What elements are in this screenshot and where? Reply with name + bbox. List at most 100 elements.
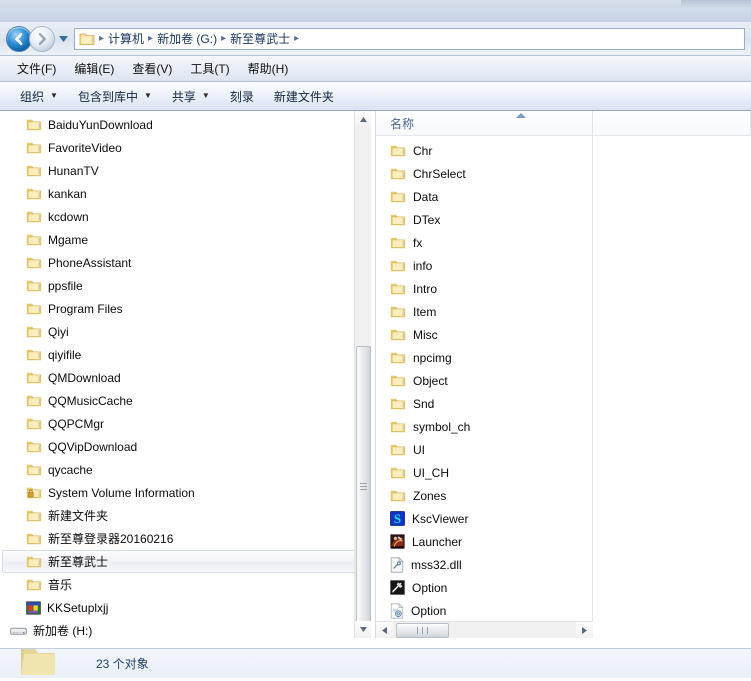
toolbar-button-1[interactable]: 包含到库中▼ xyxy=(68,85,162,108)
forward-button[interactable] xyxy=(29,26,55,52)
toolbar-button-2[interactable]: 共享▼ xyxy=(162,85,220,108)
tree-item-label: Qiyi xyxy=(48,325,69,339)
toolbar-button-label: 共享 xyxy=(172,88,196,105)
file-list-item[interactable]: Intro xyxy=(376,277,751,300)
chevron-down-icon: ▼ xyxy=(50,92,58,100)
tree-item[interactable]: 新至尊武士 xyxy=(2,550,369,573)
scroll-down-arrow-icon[interactable] xyxy=(355,621,371,638)
toolbar-button-0[interactable]: 组织▼ xyxy=(10,85,68,108)
tree-item-label: QMDownload xyxy=(48,371,121,385)
menu-bar: 文件(F)编辑(E)查看(V)工具(T)帮助(H) xyxy=(0,56,751,82)
tree-item[interactable]: FavoriteVideo xyxy=(0,136,371,159)
folder-icon xyxy=(26,187,42,201)
scroll-up-arrow-icon[interactable] xyxy=(355,111,371,128)
folder-icon xyxy=(26,141,42,155)
file-list-scrollbar-thumb[interactable] xyxy=(396,623,449,638)
menu-item-4[interactable]: 帮助(H) xyxy=(239,57,298,80)
tree-item[interactable]: 音乐 xyxy=(0,573,371,596)
tree-item[interactable]: QQVipDownload xyxy=(0,435,371,458)
file-list-item[interactable]: Zones xyxy=(376,484,751,507)
breadcrumb-item-computer[interactable]: 计算机 xyxy=(105,29,147,48)
file-list-item[interactable]: Snd xyxy=(376,392,751,415)
file-list-item[interactable]: Option xyxy=(376,576,751,599)
folder-icon xyxy=(390,351,406,365)
dll-file-icon xyxy=(390,557,404,573)
tree-item[interactable]: QQPCMgr xyxy=(0,412,371,435)
file-list-horizontal-scrollbar[interactable] xyxy=(376,621,593,638)
tree-item[interactable]: System Volume Information xyxy=(0,481,371,504)
history-dropdown-button[interactable] xyxy=(56,26,70,52)
file-list-item[interactable]: Launcher xyxy=(376,530,751,553)
file-list-item[interactable]: Chr xyxy=(376,139,751,162)
folder-icon xyxy=(26,302,42,316)
breadcrumb-separator: ▸ xyxy=(293,33,300,44)
file-list-item[interactable]: mss32.dll xyxy=(376,553,751,576)
tree-item-label: Mgame xyxy=(48,233,88,247)
tree-item[interactable]: Mgame xyxy=(0,228,371,251)
tree-item-label: QQVipDownload xyxy=(48,440,137,454)
file-list-item[interactable]: Option xyxy=(376,599,751,622)
tree-item[interactable]: KKSetuplxjj xyxy=(0,596,371,619)
explorer-content: BaiduYunDownload FavoriteVideo HunanTV k… xyxy=(0,111,751,638)
file-list-item[interactable]: Data xyxy=(376,185,751,208)
folder-icon xyxy=(26,463,42,477)
tree-item[interactable]: PhoneAssistant xyxy=(0,251,371,274)
file-list-item[interactable]: Misc xyxy=(376,323,751,346)
file-list-item[interactable]: UI xyxy=(376,438,751,461)
file-list-item-label: Object xyxy=(413,374,448,388)
tree-item[interactable]: Program Files xyxy=(0,297,371,320)
tree-item[interactable]: kcdown xyxy=(0,205,371,228)
menu-item-1[interactable]: 编辑(E) xyxy=(65,57,123,80)
menu-item-2[interactable]: 查看(V) xyxy=(123,57,181,80)
tree-item-label: 新至尊武士 xyxy=(48,553,108,570)
tree-item[interactable]: 新加卷 (H:) xyxy=(0,619,371,638)
option-app-icon xyxy=(390,580,405,595)
breadcrumb-separator: ▸ xyxy=(147,33,154,44)
file-list-item[interactable]: npcimg xyxy=(376,346,751,369)
tree-item[interactable]: BaiduYunDownload xyxy=(0,113,371,136)
toolbar-button-3[interactable]: 刻录 xyxy=(220,85,264,108)
menu-item-0[interactable]: 文件(F) xyxy=(8,57,65,80)
tree-item-label: PhoneAssistant xyxy=(48,256,131,270)
address-input[interactable]: ▸ 计算机 ▸ 新加卷 (G:) ▸ 新至尊武士 ▸ xyxy=(74,28,745,50)
folder-icon xyxy=(26,118,42,132)
breadcrumb-item-volume-g[interactable]: 新加卷 (G:) xyxy=(154,29,220,48)
file-list-item[interactable]: ChrSelect xyxy=(376,162,751,185)
tree-item[interactable]: 新建文件夹 xyxy=(0,504,371,527)
file-list-item[interactable]: S KscViewer xyxy=(376,507,751,530)
column-header-name[interactable]: 名称 xyxy=(376,115,414,132)
file-list-item-label: UI xyxy=(413,443,425,457)
toolbar-button-4[interactable]: 新建文件夹 xyxy=(264,85,344,108)
file-list-column-header: 名称 xyxy=(376,111,751,136)
scroll-right-arrow-icon[interactable] xyxy=(576,622,593,638)
file-list-item[interactable]: info xyxy=(376,254,751,277)
tree-item[interactable]: Qiyi xyxy=(0,320,371,343)
scroll-left-arrow-icon[interactable] xyxy=(376,622,393,638)
tree-item[interactable]: QMDownload xyxy=(0,366,371,389)
config-file-icon xyxy=(390,603,404,619)
toolbar-button-label: 包含到库中 xyxy=(78,88,138,105)
folder-icon xyxy=(26,440,42,454)
file-list-item[interactable]: symbol_ch xyxy=(376,415,751,438)
breadcrumb-item-current-folder[interactable]: 新至尊武士 xyxy=(227,29,293,48)
file-list-item[interactable]: DTex xyxy=(376,208,751,231)
file-list-item[interactable]: Object xyxy=(376,369,751,392)
tree-item[interactable]: 新至尊登录器20160216 xyxy=(0,527,371,550)
tree-item[interactable]: ppsfile xyxy=(0,274,371,297)
toolbar-button-label: 刻录 xyxy=(230,88,254,105)
nav-pane-vertical-scrollbar[interactable] xyxy=(354,111,371,638)
file-list-item[interactable]: UI_CH xyxy=(376,461,751,484)
nav-pane-scrollbar-thumb[interactable] xyxy=(356,346,371,626)
file-list-item[interactable]: Item xyxy=(376,300,751,323)
menu-item-3[interactable]: 工具(T) xyxy=(181,57,238,80)
file-list-item[interactable]: fx xyxy=(376,231,751,254)
file-list: Chr ChrSelect Data DTex xyxy=(376,136,751,638)
tree-item[interactable]: qycache xyxy=(0,458,371,481)
tree-item[interactable]: qiyifile xyxy=(0,343,371,366)
tree-item[interactable]: kankan xyxy=(0,182,371,205)
back-arrow-icon xyxy=(12,32,26,46)
tree-item[interactable]: QQMusicCache xyxy=(0,389,371,412)
file-list-right-edge xyxy=(592,111,593,638)
tree-item[interactable]: HunanTV xyxy=(0,159,371,182)
tree-item-label: QQPCMgr xyxy=(48,417,104,431)
